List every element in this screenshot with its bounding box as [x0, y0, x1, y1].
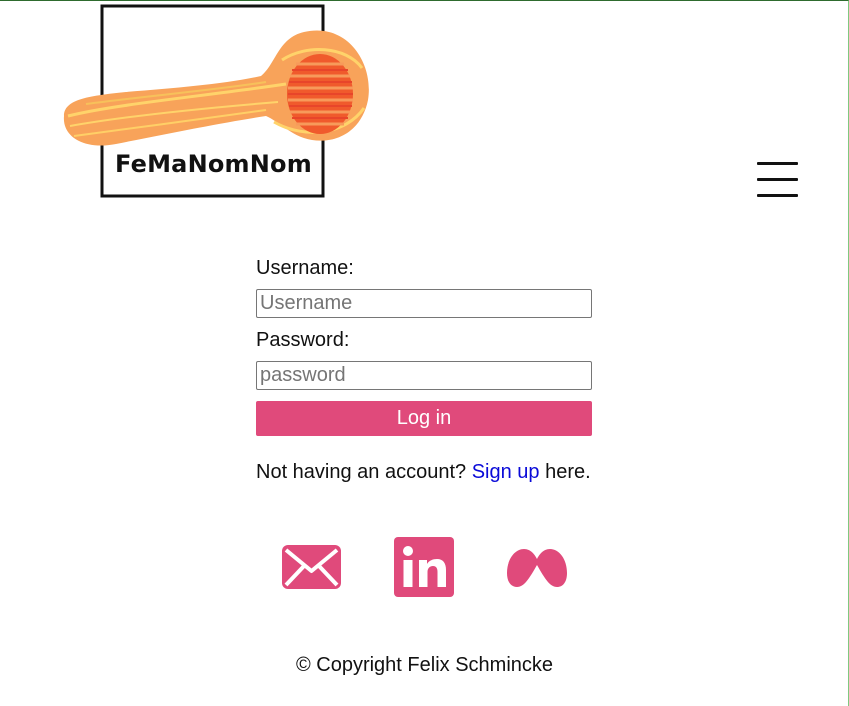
page: FeMaNomNom Username: Password: Log in No… [0, 0, 849, 706]
mail-icon[interactable] [281, 537, 342, 602]
password-input[interactable] [256, 361, 592, 390]
login-button[interactable]: Log in [256, 401, 592, 436]
login-form: Username: Password: Log in Not having an… [256, 257, 592, 484]
password-label: Password: [256, 329, 350, 351]
username-label: Username: [256, 257, 354, 279]
signup-prompt: Not having an account? Sign up here. [256, 461, 592, 484]
username-input[interactable] [256, 289, 592, 318]
linkedin-icon[interactable] [394, 537, 454, 602]
copyright-text: © Copyright Felix Schmincke [295, 654, 554, 676]
signup-suffix: here. [545, 461, 591, 483]
logo-wordmark: FeMaNomNom [115, 150, 312, 178]
social-links [281, 537, 569, 597]
meta-icon[interactable] [507, 537, 567, 602]
signup-link[interactable]: Sign up [472, 461, 540, 483]
hamburger-menu-icon[interactable] [756, 161, 800, 199]
site-logo[interactable]: FeMaNomNom [56, 4, 376, 200]
signup-prefix: Not having an account? [256, 461, 467, 483]
